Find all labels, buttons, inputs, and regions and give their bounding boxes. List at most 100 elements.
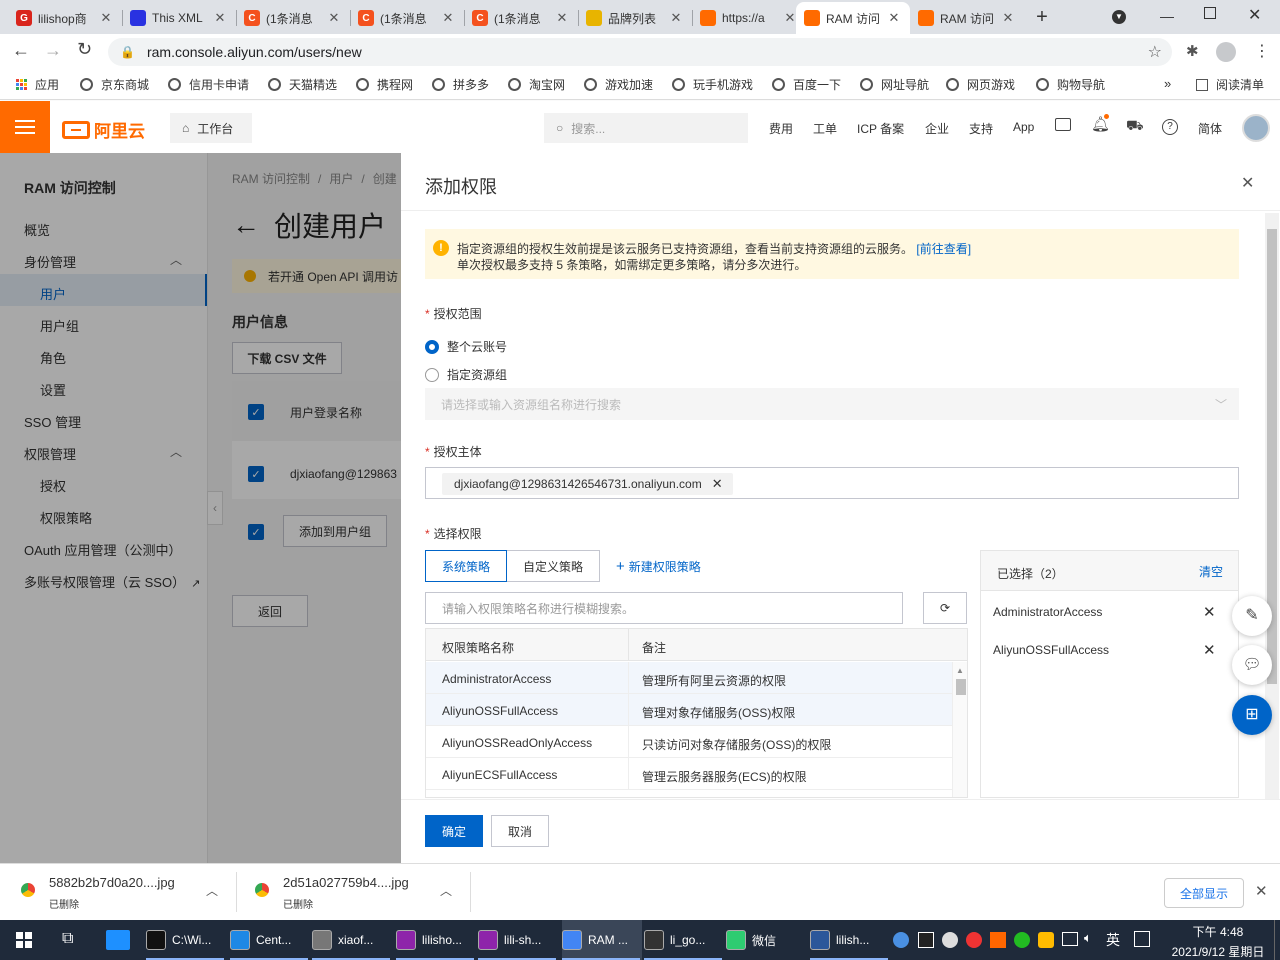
tab-close-icon[interactable]: ✕ bbox=[326, 10, 342, 26]
tab-close-icon[interactable]: ✕ bbox=[554, 10, 570, 26]
confirm-button[interactable]: 确定 bbox=[425, 815, 483, 847]
tray-icon[interactable] bbox=[1014, 932, 1030, 948]
header-nav-item[interactable]: 费用 bbox=[769, 120, 793, 137]
tray-icon[interactable] bbox=[1038, 932, 1054, 948]
table-scrollbar[interactable]: ▲ bbox=[952, 662, 967, 797]
new-tab-icon[interactable]: + bbox=[1030, 6, 1054, 30]
chevron-up-icon[interactable]: ︿ bbox=[440, 882, 452, 899]
help-icon[interactable]: ? bbox=[1162, 119, 1178, 135]
radio-unselected[interactable] bbox=[425, 367, 439, 382]
browser-tab[interactable]: RAM 访问 ✕ bbox=[910, 2, 1024, 34]
taskbar-app[interactable]: xiaof... bbox=[312, 920, 392, 960]
volume-icon[interactable]: 🔈︎ bbox=[1084, 930, 1092, 946]
browser-tab[interactable]: C (1条消息 ✕ bbox=[464, 2, 578, 34]
extensions-icon[interactable]: ✱ bbox=[1186, 42, 1199, 60]
windows-start-icon[interactable] bbox=[16, 932, 32, 948]
tab-close-icon[interactable]: ✕ bbox=[440, 10, 456, 26]
browser-tab[interactable]: This XML ✕ bbox=[122, 2, 236, 34]
close-icon[interactable]: ✕ bbox=[1241, 173, 1254, 193]
show-all-downloads-button[interactable]: 全部显示 bbox=[1164, 878, 1244, 908]
console-search-input[interactable]: ○ 搜索... bbox=[544, 113, 748, 143]
tray-icon[interactable] bbox=[918, 932, 934, 948]
tab-search-icon[interactable]: ▼ bbox=[1112, 10, 1126, 24]
restore-icon[interactable] bbox=[1204, 7, 1216, 19]
task-view-icon[interactable]: ⧉ bbox=[62, 930, 73, 948]
remove-tag-icon[interactable]: ✕ bbox=[712, 476, 723, 492]
radio-selected[interactable] bbox=[425, 339, 439, 354]
bookmark-item[interactable]: 购物导航 bbox=[1036, 76, 1105, 93]
bookmark-item[interactable]: 网址导航 bbox=[860, 76, 929, 93]
taskbar-app[interactable]: C:\Wi... bbox=[146, 920, 226, 960]
chat-icon[interactable]: 💬︎ bbox=[1232, 645, 1272, 685]
app-icon-blue[interactable] bbox=[106, 930, 130, 950]
url-input[interactable]: 🔒 ram.console.aliyun.com/users/new ☆ bbox=[108, 38, 1172, 66]
bookmarks-more[interactable]: » bbox=[1164, 76, 1171, 91]
network-icon[interactable] bbox=[1062, 932, 1078, 946]
remove-selected-icon[interactable]: ✕ bbox=[1203, 603, 1216, 621]
bookmark-star-icon[interactable]: ☆ bbox=[1148, 42, 1162, 62]
tray-icon[interactable] bbox=[990, 932, 1006, 948]
hamburger-menu-icon[interactable] bbox=[0, 101, 50, 153]
keyboard-icon[interactable] bbox=[1134, 931, 1150, 947]
bookmark-item[interactable]: 玩手机游戏 bbox=[672, 76, 753, 93]
cart-icon[interactable]: ⛟ bbox=[1126, 117, 1144, 136]
profile-avatar[interactable] bbox=[1216, 42, 1236, 62]
principal-input[interactable]: djxiaofang@1298631426546731.onaliyun.com… bbox=[425, 467, 1239, 499]
refresh-icon[interactable]: ⟳ bbox=[923, 592, 967, 624]
taskbar-app[interactable]: lilish... bbox=[810, 920, 890, 960]
cancel-button[interactable]: 取消 bbox=[491, 815, 549, 847]
header-nav-item[interactable]: App bbox=[1013, 120, 1034, 134]
browser-tab[interactable]: C (1条消息 ✕ bbox=[350, 2, 464, 34]
tab-close-icon[interactable]: ✕ bbox=[212, 10, 228, 26]
tab-close-icon[interactable]: ✕ bbox=[886, 10, 902, 26]
user-avatar[interactable] bbox=[1242, 114, 1270, 142]
bookmark-item[interactable]: 天猫精选 bbox=[268, 76, 337, 93]
tray-icon[interactable] bbox=[893, 932, 909, 948]
forward-arrow-icon[interactable]: → bbox=[44, 40, 62, 61]
close-download-bar-icon[interactable]: ✕ bbox=[1255, 882, 1268, 900]
bookmark-item[interactable]: 百度一下 bbox=[772, 76, 841, 93]
tab-close-icon[interactable]: ✕ bbox=[1000, 10, 1016, 26]
tab-close-icon[interactable]: ✕ bbox=[668, 10, 684, 26]
tray-icon[interactable] bbox=[942, 932, 958, 948]
bookmark-item[interactable]: 淘宝网 bbox=[508, 76, 565, 93]
taskbar-app[interactable]: li_go... bbox=[644, 920, 724, 960]
clock[interactable]: 下午 4:48 2021/9/12 星期日 bbox=[1168, 923, 1268, 960]
language-switch[interactable]: 简体 bbox=[1198, 120, 1222, 137]
download-item[interactable]: 5882b2b7d0a20....jpg 已删除 ︿ bbox=[20, 872, 230, 912]
browser-tab[interactable]: Glilishop商 ✕ bbox=[8, 2, 122, 34]
new-policy-link[interactable]: + 新建权限策略 bbox=[616, 558, 701, 575]
taskbar-app[interactable]: lili-sh... bbox=[478, 920, 558, 960]
tab-custom-policy[interactable]: 自定义策略 bbox=[506, 550, 600, 582]
reload-icon[interactable]: ↻ bbox=[77, 39, 92, 60]
clear-button[interactable]: 清空 bbox=[1199, 563, 1223, 580]
scope-option-resource-group[interactable]: 指定资源组 bbox=[425, 366, 507, 383]
back-arrow-icon[interactable]: ← bbox=[12, 40, 30, 61]
notice-link[interactable]: [前往查看] bbox=[916, 242, 971, 256]
download-item[interactable]: 2d51a027759b4....jpg 已删除 ︿ bbox=[254, 872, 464, 912]
minimize-icon[interactable]: — bbox=[1160, 8, 1174, 24]
bookmark-item[interactable]: 游戏加速 bbox=[584, 76, 653, 93]
close-window-icon[interactable]: ✕ bbox=[1248, 5, 1261, 25]
show-desktop-button[interactable] bbox=[1274, 920, 1280, 960]
bookmark-item[interactable]: 拼多多 bbox=[432, 76, 489, 93]
apps-grid-icon[interactable]: ⊞ bbox=[1232, 695, 1272, 735]
taskbar-app[interactable]: 微信 bbox=[726, 920, 806, 960]
browser-tab[interactable]: RAM 访问 ✕ bbox=[796, 2, 910, 34]
bookmark-item[interactable]: 信用卡申请 bbox=[168, 76, 249, 93]
taskbar-app[interactable]: Cent... bbox=[230, 920, 310, 960]
resource-group-select[interactable]: 请选择或输入资源组名称进行搜索 ﹀ bbox=[425, 388, 1239, 420]
bookmark-item[interactable]: 网页游戏 bbox=[946, 76, 1015, 93]
header-nav-item[interactable]: ICP 备案 bbox=[857, 120, 904, 137]
header-nav-item[interactable]: 工单 bbox=[813, 120, 837, 137]
header-nav-item[interactable]: 支持 bbox=[969, 120, 993, 137]
terminal-icon[interactable] bbox=[1055, 118, 1071, 131]
scope-option-account[interactable]: 整个云账号 bbox=[425, 338, 507, 355]
bookmark-item[interactable]: 携程网 bbox=[356, 76, 413, 93]
chevron-up-icon[interactable]: ︿ bbox=[206, 882, 218, 899]
tab-system-policy[interactable]: 系统策略 bbox=[425, 550, 507, 582]
feedback-edit-icon[interactable]: ✎ bbox=[1232, 596, 1272, 636]
ime-indicator[interactable]: 英 bbox=[1106, 930, 1120, 950]
browser-tab[interactable]: 品牌列表 ✕ bbox=[578, 2, 692, 34]
bookmark-apps[interactable]: 应用 bbox=[16, 76, 59, 93]
